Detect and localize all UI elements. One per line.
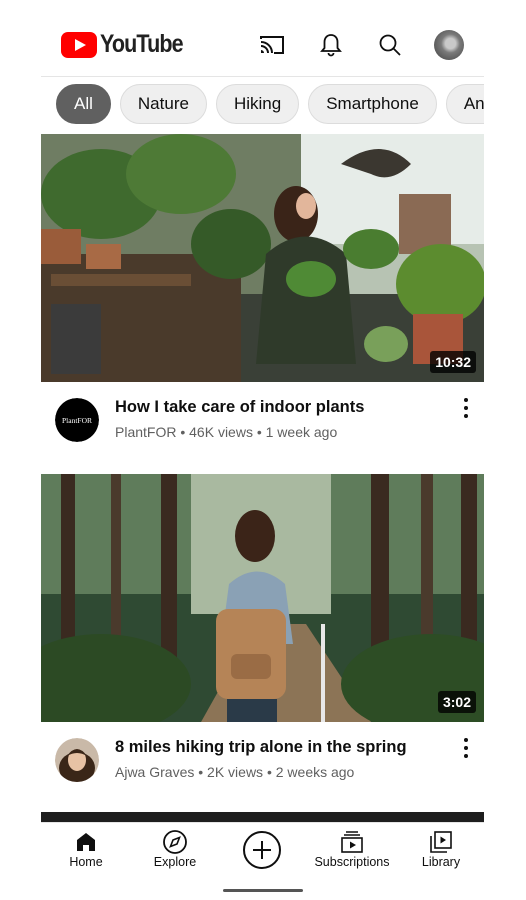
youtube-home-screen: YouTube All Nature Hiking Smartphone Ani…	[41, 0, 484, 900]
video-title[interactable]: 8 miles hiking trip alone in the spring	[115, 738, 407, 757]
nav-home[interactable]: Home	[61, 829, 111, 869]
chip-hiking[interactable]: Hiking	[215, 84, 300, 124]
nav-library[interactable]: Library	[417, 829, 465, 869]
chip-nature[interactable]: Nature	[119, 84, 207, 124]
chip-all[interactable]: All	[56, 84, 111, 124]
account-avatar[interactable]	[434, 30, 464, 60]
create-button[interactable]	[243, 831, 281, 869]
nav-library-label: Library	[421, 855, 461, 869]
video-duration: 3:02	[437, 691, 476, 713]
more-options-icon[interactable]	[459, 398, 473, 422]
video-thumbnail-plants[interactable]: 10:32	[41, 134, 484, 382]
search-icon[interactable]	[376, 31, 404, 59]
nav-subscriptions-label: Subscriptions	[314, 855, 390, 869]
more-options-icon[interactable]	[459, 738, 473, 762]
home-icon	[61, 829, 111, 855]
channel-avatar-text: PlantFOR	[62, 416, 92, 425]
nav-explore[interactable]: Explore	[147, 829, 203, 869]
library-icon	[417, 829, 465, 855]
youtube-play-logo-icon	[61, 31, 97, 58]
channel-avatar-plantfor[interactable]: PlantFOR	[55, 398, 99, 442]
video-thumbnail-hiking[interactable]: 3:02	[41, 474, 484, 722]
category-chip-bar: All Nature Hiking Smartphone Anim	[41, 84, 484, 126]
youtube-logo[interactable]: YouTube	[61, 30, 196, 59]
video-stats: PlantFOR • 46K views • 1 week ago	[115, 424, 338, 440]
video-stats: Ajwa Graves • 2K views • 2 weeks ago	[115, 764, 355, 780]
logo-text: YouTube	[100, 30, 184, 58]
plus-icon	[253, 841, 271, 859]
chip-animals[interactable]: Anim	[445, 84, 484, 124]
nav-explore-label: Explore	[153, 855, 197, 869]
video-meta-plants[interactable]: PlantFOR How I take care of indoor plant…	[41, 384, 484, 454]
nav-subscriptions[interactable]: Subscriptions	[309, 829, 395, 869]
channel-avatar-ajwa-graves[interactable]	[55, 738, 99, 782]
cast-icon[interactable]	[258, 31, 286, 59]
compass-icon	[147, 829, 203, 855]
video-duration: 10:32	[430, 351, 476, 373]
chip-smartphone[interactable]: Smartphone	[308, 84, 437, 124]
bottom-navigation: Home Explore Subscriptions Library	[41, 822, 484, 881]
video-meta-hiking[interactable]: 8 miles hiking trip alone in the spring …	[41, 724, 484, 794]
video-title[interactable]: How I take care of indoor plants	[115, 398, 364, 417]
top-app-bar: YouTube	[41, 0, 484, 77]
subscriptions-icon	[309, 829, 395, 855]
bell-icon[interactable]	[317, 31, 345, 59]
gesture-home-bar[interactable]	[223, 889, 303, 892]
nav-home-label: Home	[69, 855, 103, 869]
